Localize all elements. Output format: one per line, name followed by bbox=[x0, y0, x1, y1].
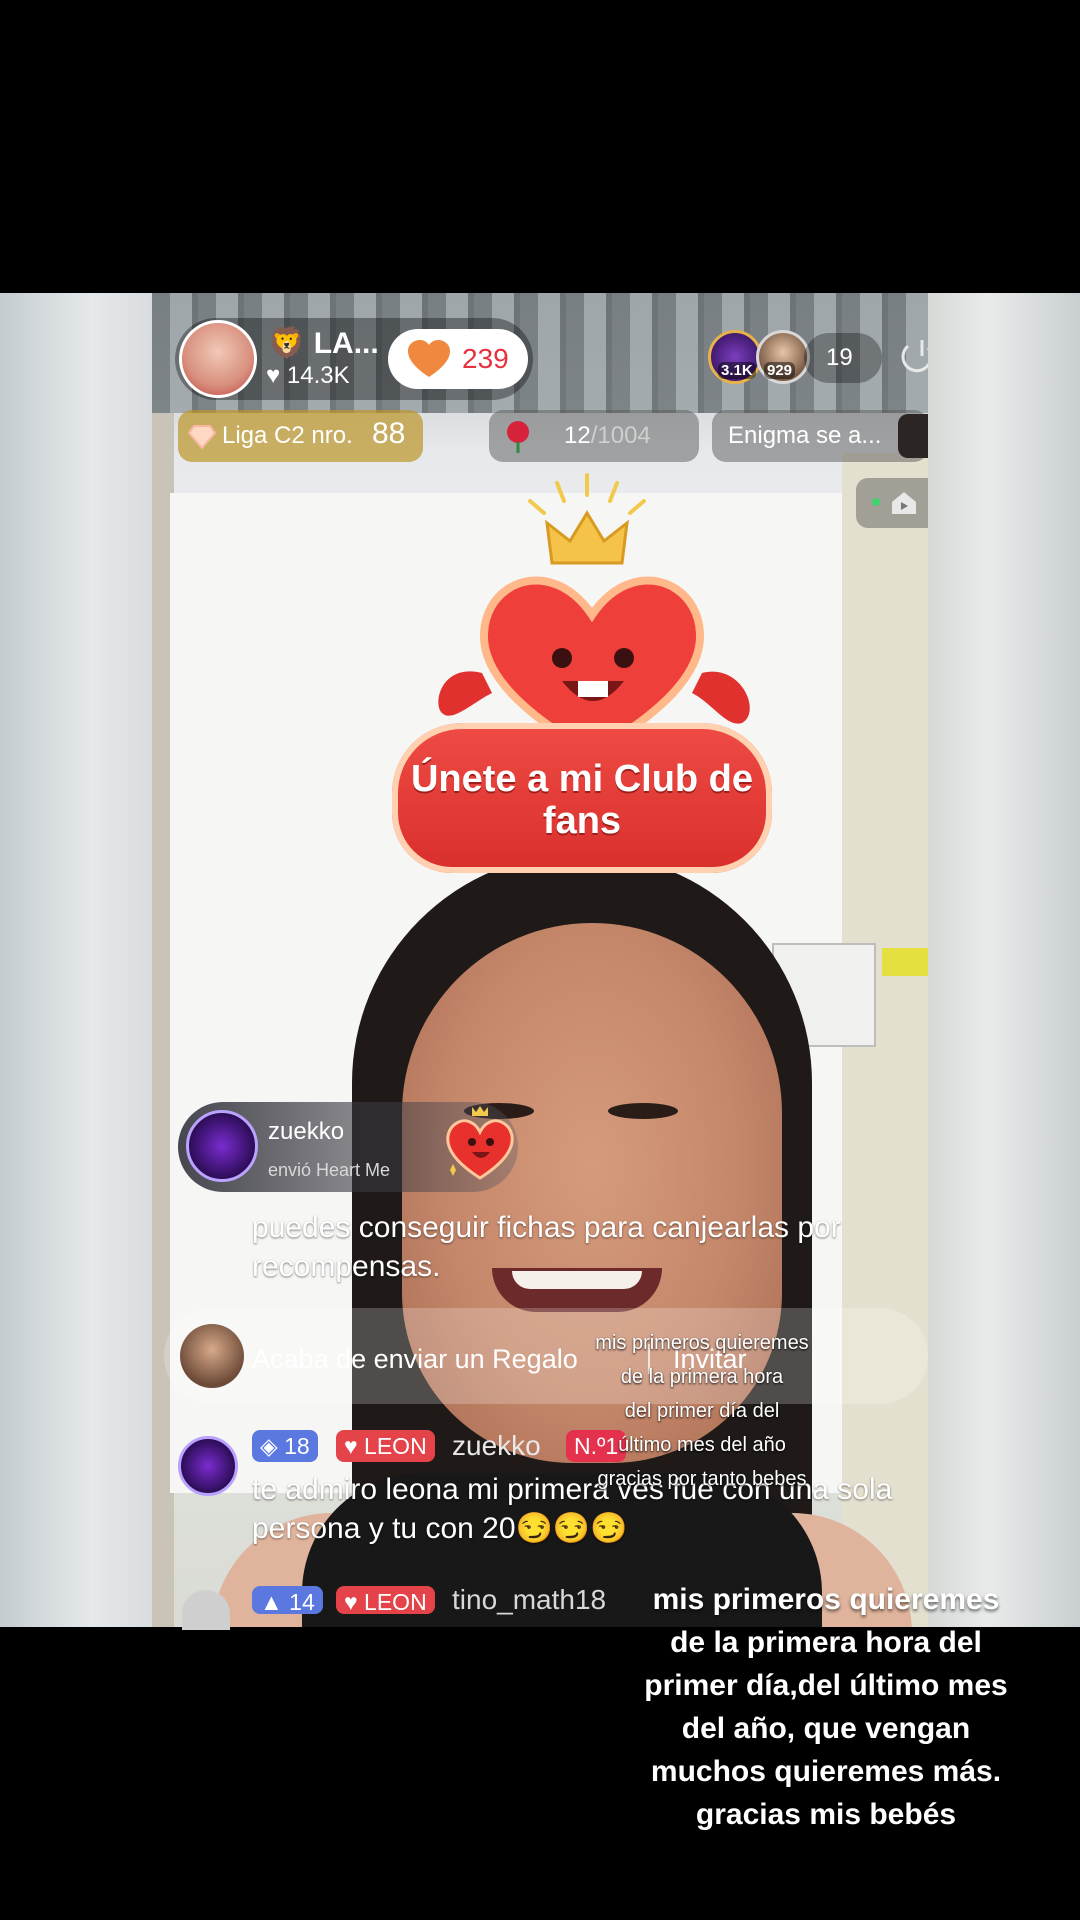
big-caption-line: de la primera hora del bbox=[670, 1626, 982, 1659]
blurred-right-panel bbox=[928, 293, 1080, 1627]
next-level-badge: ▲ 14 bbox=[252, 1586, 323, 1615]
top-viewer-score-1: 3.1K bbox=[718, 362, 756, 379]
next-fan-badge-text: LEON bbox=[364, 1589, 427, 1615]
next-fan-club-badge: ♥ LEON bbox=[336, 1586, 435, 1615]
goal-current: 12 bbox=[564, 422, 591, 449]
next-level-number: 14 bbox=[289, 1589, 315, 1615]
small-caption: mis primeros quieremes de la primera hor… bbox=[572, 1326, 832, 1496]
activity-user-avatar[interactable] bbox=[180, 1324, 244, 1388]
commenter-avatar[interactable] bbox=[178, 1436, 238, 1496]
gift-sender-name[interactable]: zuekko bbox=[268, 1118, 344, 1146]
lion-emoji-icon: 🦁 bbox=[268, 327, 306, 360]
fan-club-button[interactable]: 239 bbox=[388, 329, 528, 389]
big-caption-line: gracias mis bebés bbox=[695, 1798, 957, 1831]
fan-count: 239 bbox=[462, 343, 509, 374]
small-caption-line: mis primeros quieremes bbox=[595, 1332, 809, 1354]
host-avatar[interactable] bbox=[179, 320, 257, 398]
yellow-shelf bbox=[882, 948, 928, 976]
next-commenter-username[interactable]: tino_math18 bbox=[452, 1584, 606, 1616]
commenter-username[interactable]: zuekko bbox=[452, 1430, 541, 1462]
fan-heart-icon: ♥ bbox=[344, 1589, 365, 1615]
rose-icon bbox=[507, 421, 529, 453]
small-caption-line: del primer día del bbox=[624, 1400, 780, 1422]
live-dot-icon bbox=[872, 498, 880, 506]
diamond-level-icon: ▲ bbox=[260, 1589, 290, 1615]
big-caption: mis primeros quieremes de la primera hor… bbox=[636, 1578, 1016, 1836]
level-badge: ◈ 18 bbox=[252, 1430, 318, 1462]
gift-description: envió Heart Me bbox=[268, 1160, 391, 1180]
host-name-text: LA... bbox=[313, 327, 379, 360]
big-caption-line: del año, que vengan bbox=[681, 1712, 971, 1745]
league-label: Liga C2 nro. bbox=[222, 422, 353, 449]
fan-club-text[interactable]: Únete a mi Club de fans bbox=[392, 758, 772, 842]
fan-club-line1: Únete a mi Club de bbox=[410, 758, 754, 800]
diamond-level-icon: ◈ bbox=[260, 1433, 285, 1459]
gift-goal-progress: 12/1004 bbox=[564, 422, 651, 450]
host-likes: ♥ 14.3K bbox=[266, 362, 350, 390]
right-eye bbox=[608, 1103, 678, 1119]
fan-club-badge: ♥ LEON bbox=[336, 1430, 435, 1462]
heart-me-gift-icon bbox=[446, 1106, 514, 1180]
activity-text: Acaba de enviar un Regalo bbox=[252, 1344, 578, 1374]
host-likes-count: 14.3K bbox=[286, 362, 350, 389]
small-caption-line: último mes del año bbox=[618, 1434, 786, 1456]
live-stream-screen: Únete a mi Club de fans 🦁 LA... ♥ 14.3K … bbox=[0, 0, 1080, 1920]
league-number: 88 bbox=[372, 417, 406, 450]
fan-club-line2: fans bbox=[542, 800, 622, 842]
power-icon[interactable] bbox=[900, 338, 928, 378]
level-number: 18 bbox=[284, 1433, 310, 1459]
top-viewer-score-2: 929 bbox=[764, 362, 796, 379]
next-commenter-avatar[interactable] bbox=[182, 1590, 230, 1630]
big-caption-line: primer día,del último mes bbox=[644, 1669, 1008, 1702]
enigma-avatar bbox=[898, 414, 928, 458]
big-caption-line: muchos quieremes más. bbox=[650, 1755, 1002, 1788]
share-screen-icon bbox=[892, 492, 916, 514]
goal-total: /1004 bbox=[590, 422, 651, 449]
host-name[interactable]: 🦁 LA... bbox=[268, 326, 379, 361]
fan-heart-icon: ♥ bbox=[344, 1433, 365, 1459]
small-caption-line: gracias por tanto bebes bbox=[597, 1468, 807, 1490]
share-screen-button[interactable] bbox=[856, 478, 928, 528]
big-caption-line: mis primeros quieremes bbox=[652, 1583, 1000, 1616]
system-comment: puedes conseguir fichas para canjearlas … bbox=[252, 1211, 841, 1283]
enigma-text: Enigma se a... bbox=[728, 422, 882, 449]
gift-sender-avatar[interactable] bbox=[186, 1110, 258, 1182]
diamond-icon bbox=[188, 425, 216, 450]
heart-icon: ♥ bbox=[266, 362, 281, 389]
blurred-left-panel bbox=[0, 293, 152, 1627]
fan-badge-text: LEON bbox=[364, 1433, 427, 1459]
small-caption-line: de la primera hora bbox=[620, 1366, 784, 1388]
heart-icon bbox=[408, 340, 450, 377]
viewer-count: 19 bbox=[826, 344, 853, 371]
